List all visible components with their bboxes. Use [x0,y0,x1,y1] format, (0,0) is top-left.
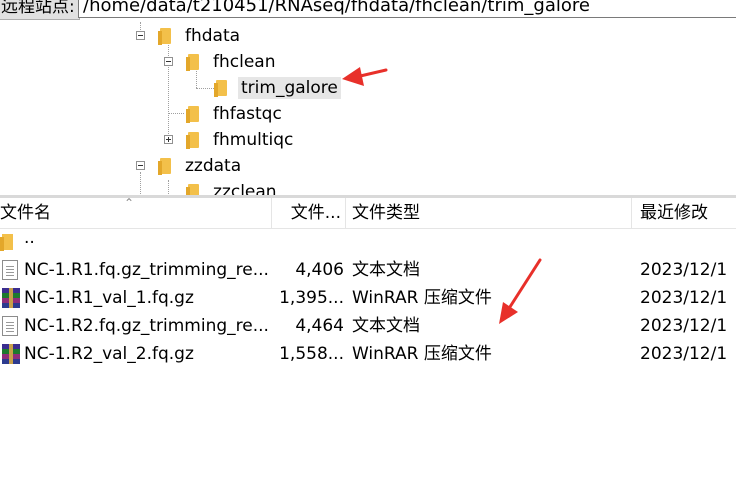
remote-path-input[interactable] [78,0,736,18]
directory-tree[interactable]: fhdata fhclean trim_galore fhfastqc fhmu… [0,22,736,196]
remote-site-bar: 远程站点: [0,0,736,22]
file-list[interactable]: 文件名 ⌃ 文件... 文件类型 最近修改 .. NC-1.R1.fq.gz_t… [0,196,736,502]
annotation-arrow-icon [499,258,542,324]
annotation-arrow-icon [342,67,388,86]
remote-site-label: 远程站点: [0,0,80,20]
